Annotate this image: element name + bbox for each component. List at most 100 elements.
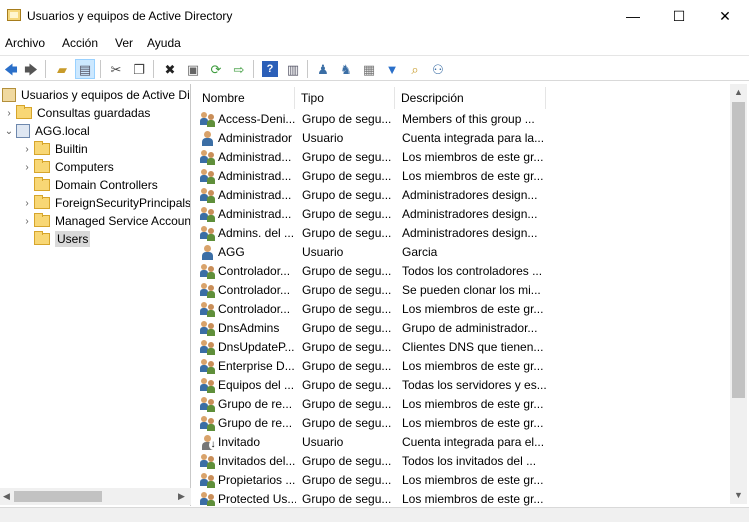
scroll-down-icon[interactable]: ▼ (734, 490, 743, 500)
description-cell: Todas los servidores y es... (402, 378, 547, 392)
scroll-up-icon[interactable]: ▲ (734, 87, 743, 97)
new-user-icon[interactable]: ♟ (313, 59, 333, 79)
tree-item-root[interactable]: Usuarios y equipos de Active Directory (2, 86, 190, 104)
chevron-right-icon[interactable]: › (20, 216, 34, 227)
tree-horizontal-scrollbar[interactable]: ◀ ▶ (0, 488, 191, 505)
description-cell: Administradores design... (402, 226, 538, 240)
folder-icon (34, 141, 50, 155)
menu-accion[interactable]: Acción (62, 36, 98, 50)
list-item[interactable]: Propietarios ... Grupo de segu... Los miem… (196, 471, 728, 490)
description-cell: Los miembros de este gr... (402, 473, 544, 487)
help-icon[interactable]: ? (262, 61, 278, 77)
security-group-icon (200, 320, 216, 336)
menu-ayuda[interactable]: Ayuda (147, 36, 181, 50)
chevron-down-icon[interactable]: ⌄ (2, 126, 16, 137)
type-cell: Grupo de segu... (302, 207, 392, 221)
list-item[interactable]: Access-Deni... Grupo de segu... Members of… (196, 110, 728, 129)
forward-arrow-icon[interactable]: 🡆 (21, 59, 41, 79)
filter-icon[interactable]: ▼ (382, 59, 402, 79)
tree-item-domain[interactable]: ⌄ AGG.local (2, 122, 90, 140)
action-pane-icon[interactable]: ▥ (283, 59, 303, 79)
up-folder-icon[interactable]: ▰ (52, 59, 72, 79)
tree-item-computers[interactable]: › Computers (20, 158, 114, 176)
list-item[interactable]: Administrad... Grupo de segu... Administra… (196, 205, 728, 224)
menu-ver[interactable]: Ver (115, 36, 133, 50)
copy-icon[interactable]: ❐ (129, 59, 149, 79)
scrollbar-thumb[interactable] (14, 491, 102, 502)
type-cell: Grupo de segu... (302, 397, 392, 411)
chevron-right-icon[interactable]: › (20, 198, 34, 209)
close-button[interactable]: ✕ (702, 0, 748, 32)
maximize-button[interactable]: ☐ (656, 0, 702, 32)
list-item[interactable]: Protected Us... Grupo de segu... Los miemb… (196, 490, 728, 506)
type-cell: Grupo de segu... (302, 112, 392, 126)
list-item[interactable]: Invitados del... Grupo de segu... Todos lo… (196, 452, 728, 471)
properties-icon[interactable]: ▣ (183, 59, 203, 79)
list-item[interactable]: Equipos del ... Grupo de segu... Todas los… (196, 376, 728, 395)
tree-item-users[interactable]: Users (20, 230, 91, 248)
new-group-icon[interactable]: ♞ (336, 59, 356, 79)
scroll-left-icon[interactable]: ◀ (3, 491, 10, 502)
list-item[interactable]: Controlador... Grupo de segu... Se pueden … (196, 281, 728, 300)
type-cell: Grupo de segu... (302, 473, 392, 487)
description-cell: Los miembros de este gr... (402, 359, 544, 373)
security-group-icon (200, 111, 216, 127)
list-item[interactable]: DnsAdmins Grupo de segu... Grupo de admini… (196, 319, 728, 338)
column-header-tipo[interactable]: Tipo (295, 87, 395, 109)
list-item[interactable]: Admins. del ... Grupo de segu... Administr… (196, 224, 728, 243)
folder-icon (34, 213, 50, 227)
chevron-right-icon[interactable]: › (20, 144, 34, 155)
list-item[interactable]: Enterprise D... Grupo de segu... Los miemb… (196, 357, 728, 376)
list-item[interactable]: Administrad... Grupo de segu... Administra… (196, 186, 728, 205)
new-ou-icon[interactable]: ▦ (359, 59, 379, 79)
export-list-icon[interactable]: ⇨ (229, 59, 249, 79)
list-vertical-scrollbar[interactable]: ▲ ▼ (730, 84, 747, 504)
name-cell: Invitados del... (218, 454, 296, 468)
scroll-right-icon[interactable]: ▶ (178, 491, 185, 502)
minimize-button[interactable]: — (610, 0, 656, 32)
delete-icon[interactable]: ✖ (160, 59, 180, 79)
list-item[interactable]: Administrador Usuario Cuenta integrada par… (196, 129, 728, 148)
tree-item-saved-queries[interactable]: › Consultas guardadas (2, 104, 150, 122)
refresh-icon[interactable]: ⟳ (206, 59, 226, 79)
menu-archivo[interactable]: Archivo (5, 36, 45, 50)
tree-item-managed-service-accounts[interactable]: › Managed Service Accounts (20, 212, 191, 230)
description-cell: Todos los invitados del ... (402, 454, 537, 468)
find-icon[interactable]: ⌕ (405, 59, 425, 79)
tree-item-domain-controllers[interactable]: Domain Controllers (20, 176, 158, 194)
list-item[interactable]: Controlador... Grupo de segu... Los miembr… (196, 300, 728, 319)
back-arrow-icon[interactable]: 🡄 (1, 59, 21, 79)
folder-icon (34, 195, 50, 209)
scrollbar-thumb[interactable] (732, 102, 745, 398)
chevron-right-icon[interactable]: › (20, 162, 34, 173)
toolbar-separator (100, 60, 101, 78)
column-header-nombre[interactable]: Nombre (196, 87, 295, 109)
cut-icon[interactable]: ✂ (106, 59, 126, 79)
chevron-right-icon[interactable]: › (2, 108, 16, 119)
list-item[interactable]: DnsUpdateP... Grupo de segu... Clientes DN… (196, 338, 728, 357)
column-header-descripcion[interactable]: Descripción (395, 87, 546, 109)
tree-item-builtin[interactable]: › Builtin (20, 140, 88, 158)
list-item[interactable]: Invitado Usuario Cuenta integrada para el.… (196, 433, 728, 452)
type-cell: Grupo de segu... (302, 416, 392, 430)
list-item[interactable]: Administrad... Grupo de segu... Los miembr… (196, 167, 728, 186)
description-cell: Los miembros de este gr... (402, 492, 544, 506)
type-cell: Grupo de segu... (302, 226, 392, 240)
folder-icon (16, 105, 32, 119)
name-cell: Controlador... (218, 264, 291, 278)
type-cell: Grupo de segu... (302, 454, 392, 468)
tree-item-foreign-security-principals[interactable]: › ForeignSecurityPrincipals (20, 194, 190, 212)
tree-item-label: Managed Service Accounts (55, 214, 191, 228)
list-item[interactable]: Grupo de re... Grupo de segu... Los miembr… (196, 414, 728, 433)
disabled-user-icon (200, 434, 217, 450)
list-item[interactable]: AGG Usuario Garcia (196, 243, 728, 262)
list-item[interactable]: Administrad... Grupo de segu... Los miembr… (196, 148, 728, 167)
name-cell: DnsAdmins (218, 321, 280, 335)
list-item[interactable]: Controlador... Grupo de segu... Todos los … (196, 262, 728, 281)
name-cell: Equipos del ... (218, 378, 295, 392)
show-console-tree-icon[interactable]: ▤ (75, 59, 95, 79)
add-to-group-icon[interactable]: ⚇ (428, 59, 448, 79)
list-item[interactable]: Grupo de re... Grupo de segu... Los miembr… (196, 395, 728, 414)
security-group-icon (200, 339, 216, 355)
security-group-icon (200, 396, 216, 412)
